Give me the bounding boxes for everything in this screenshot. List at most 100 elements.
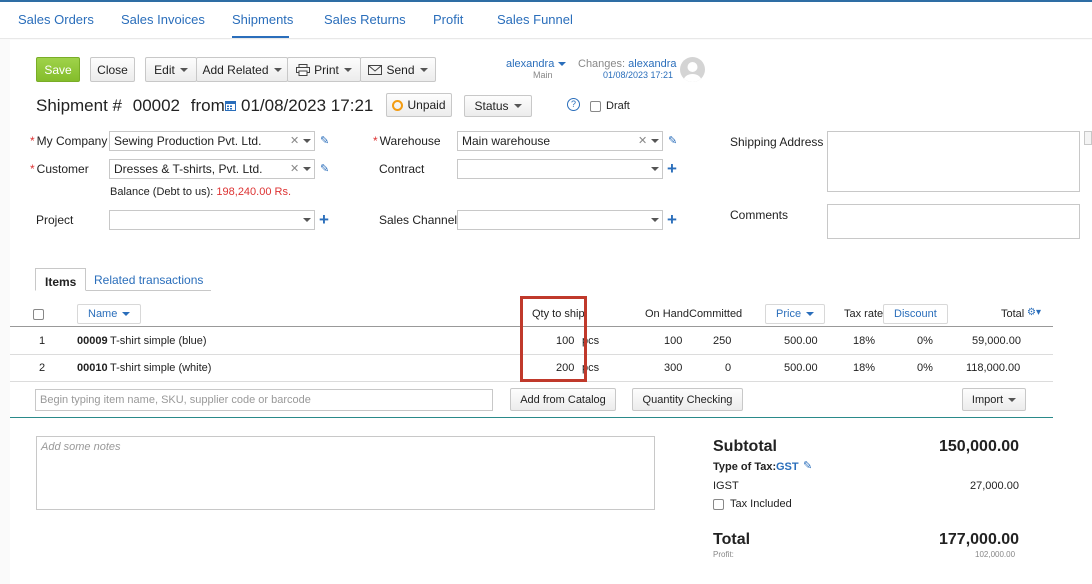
chevron-down-icon[interactable] bbox=[651, 167, 659, 171]
tax-included-checkbox[interactable] bbox=[713, 499, 724, 510]
subtotal-label: Subtotal bbox=[713, 438, 777, 455]
my-company-field[interactable]: Sewing Production Pvt. Ltd. bbox=[109, 131, 315, 151]
changes-user[interactable]: alexandra bbox=[628, 58, 676, 70]
chevron-down-icon[interactable] bbox=[303, 218, 311, 222]
row-tax[interactable]: 18% bbox=[853, 335, 875, 347]
doc-number[interactable]: 00002 bbox=[133, 96, 180, 115]
row-on-hand: 100 bbox=[664, 335, 683, 347]
item-search-input[interactable]: Begin typing item name, SKU, supplier co… bbox=[35, 389, 493, 411]
print-button[interactable]: Print bbox=[287, 57, 361, 82]
chevron-down-icon bbox=[1008, 397, 1017, 402]
chevron-down-icon[interactable] bbox=[303, 167, 311, 171]
chevron-down-icon[interactable] bbox=[303, 139, 311, 143]
pencil-icon[interactable]: ✎ bbox=[320, 134, 329, 147]
edit-button[interactable]: Edit bbox=[145, 57, 197, 82]
chevron-down-icon[interactable] bbox=[651, 218, 659, 222]
row-price[interactable]: 500.00 bbox=[784, 335, 818, 347]
balance-label: Balance (Debt to us): bbox=[110, 186, 214, 198]
nav-sales-funnel[interactable]: Sales Funnel bbox=[497, 12, 573, 27]
import-label: Import bbox=[971, 393, 1004, 406]
add-contract-icon[interactable]: + bbox=[667, 160, 677, 177]
chevron-down-icon bbox=[513, 104, 522, 108]
doc-date[interactable]: 01/08/2023 17:21 bbox=[241, 96, 373, 116]
required-marker: * bbox=[373, 134, 378, 148]
tab-related-transactions[interactable]: Related transactions bbox=[86, 268, 211, 291]
add-related-button[interactable]: Add Related bbox=[196, 57, 288, 82]
pencil-icon[interactable]: ✎ bbox=[320, 162, 329, 175]
tax-type-value[interactable]: GST bbox=[776, 461, 799, 473]
shipping-address-menu[interactable] bbox=[1084, 131, 1092, 145]
igst-value: 27,000.00 bbox=[970, 480, 1019, 492]
required-marker: * bbox=[30, 134, 35, 148]
clear-icon[interactable]: ✕ bbox=[290, 134, 299, 147]
payment-status-button[interactable]: Unpaid bbox=[386, 93, 452, 117]
chevron-down-icon bbox=[122, 312, 131, 317]
contract-field[interactable] bbox=[457, 159, 663, 179]
draft-label: Draft bbox=[606, 100, 630, 112]
discount-column-header[interactable]: Discount bbox=[883, 304, 948, 324]
total-label: Total bbox=[713, 531, 751, 548]
import-button[interactable]: Import bbox=[962, 388, 1026, 411]
changes-info: Changes: alexandra bbox=[578, 58, 676, 70]
status-dropdown[interactable]: Status bbox=[464, 95, 532, 117]
nav-sales-returns[interactable]: Sales Returns bbox=[324, 12, 406, 27]
tab-items[interactable]: Items bbox=[35, 268, 86, 291]
sales-channel-field[interactable] bbox=[457, 210, 663, 230]
comments-label: Comments bbox=[730, 208, 789, 222]
select-all-checkbox[interactable] bbox=[33, 309, 44, 320]
row-discount[interactable]: 0% bbox=[917, 362, 933, 374]
user-name: alexandra bbox=[506, 58, 555, 70]
name-column-header[interactable]: Name bbox=[77, 304, 142, 324]
user-sub: Main bbox=[533, 70, 553, 80]
row-name[interactable]: T-shirt simple (white) bbox=[110, 362, 211, 374]
chevron-down-icon bbox=[806, 312, 815, 317]
comments-field[interactable] bbox=[827, 204, 1080, 239]
nav-profit[interactable]: Profit bbox=[433, 12, 463, 27]
gear-icon[interactable]: ⚙▾ bbox=[1027, 307, 1041, 318]
chevron-down-icon[interactable] bbox=[651, 139, 659, 143]
add-sales-channel-icon[interactable]: + bbox=[667, 211, 677, 228]
send-label: Send bbox=[386, 62, 415, 77]
row-tax[interactable]: 18% bbox=[853, 362, 875, 374]
balance-value: 198,240.00 Rs. bbox=[216, 186, 292, 198]
row-number: 2 bbox=[39, 362, 46, 374]
nav-sales-orders[interactable]: Sales Orders bbox=[18, 12, 94, 27]
tax-type-label: Type of Tax: bbox=[713, 461, 777, 473]
notes-textarea[interactable]: Add some notes bbox=[36, 436, 655, 510]
project-field[interactable] bbox=[109, 210, 315, 230]
price-column-header[interactable]: Price bbox=[765, 304, 826, 324]
avatar[interactable] bbox=[680, 57, 705, 82]
chevron-down-icon bbox=[558, 62, 567, 67]
add-project-icon[interactable]: + bbox=[319, 211, 329, 228]
nav-shipments[interactable]: Shipments bbox=[232, 12, 293, 27]
user-avatar-icon bbox=[683, 62, 702, 82]
chevron-down-icon bbox=[273, 67, 282, 72]
pencil-icon[interactable]: ✎ bbox=[803, 459, 812, 472]
chevron-down-icon bbox=[343, 67, 352, 72]
calendar-icon[interactable] bbox=[225, 100, 236, 111]
chevron-down-icon bbox=[179, 67, 188, 72]
pencil-icon[interactable]: ✎ bbox=[668, 134, 677, 147]
shipping-address-field[interactable] bbox=[827, 131, 1080, 192]
add-from-catalog-button[interactable]: Add from Catalog bbox=[510, 388, 616, 411]
payment-status-label: Unpaid bbox=[407, 98, 446, 112]
envelope-icon bbox=[368, 64, 383, 75]
total-value: 177,000.00 bbox=[939, 531, 1020, 548]
row-name[interactable]: T-shirt simple (blue) bbox=[110, 335, 207, 347]
draft-checkbox[interactable] bbox=[590, 101, 601, 112]
row-discount[interactable]: 0% bbox=[917, 335, 933, 347]
warehouse-label: * Warehouse bbox=[373, 134, 441, 148]
warehouse-field[interactable]: Main warehouse bbox=[457, 131, 663, 151]
row-sku: 00009 bbox=[77, 335, 108, 347]
row-price[interactable]: 500.00 bbox=[784, 362, 818, 374]
close-button[interactable]: Close bbox=[90, 57, 135, 82]
nav-sales-invoices[interactable]: Sales Invoices bbox=[121, 12, 205, 27]
quantity-checking-button[interactable]: Quantity Checking bbox=[632, 388, 743, 411]
clear-icon[interactable]: ✕ bbox=[290, 162, 299, 175]
customer-field[interactable]: Dresses & T-shirts, Pvt. Ltd. bbox=[109, 159, 315, 179]
save-button[interactable]: Save bbox=[36, 57, 80, 82]
clear-icon[interactable]: ✕ bbox=[638, 134, 647, 147]
help-icon[interactable]: ? bbox=[567, 98, 580, 111]
user-menu[interactable]: alexandra bbox=[506, 58, 567, 70]
send-button[interactable]: Send bbox=[360, 57, 436, 82]
